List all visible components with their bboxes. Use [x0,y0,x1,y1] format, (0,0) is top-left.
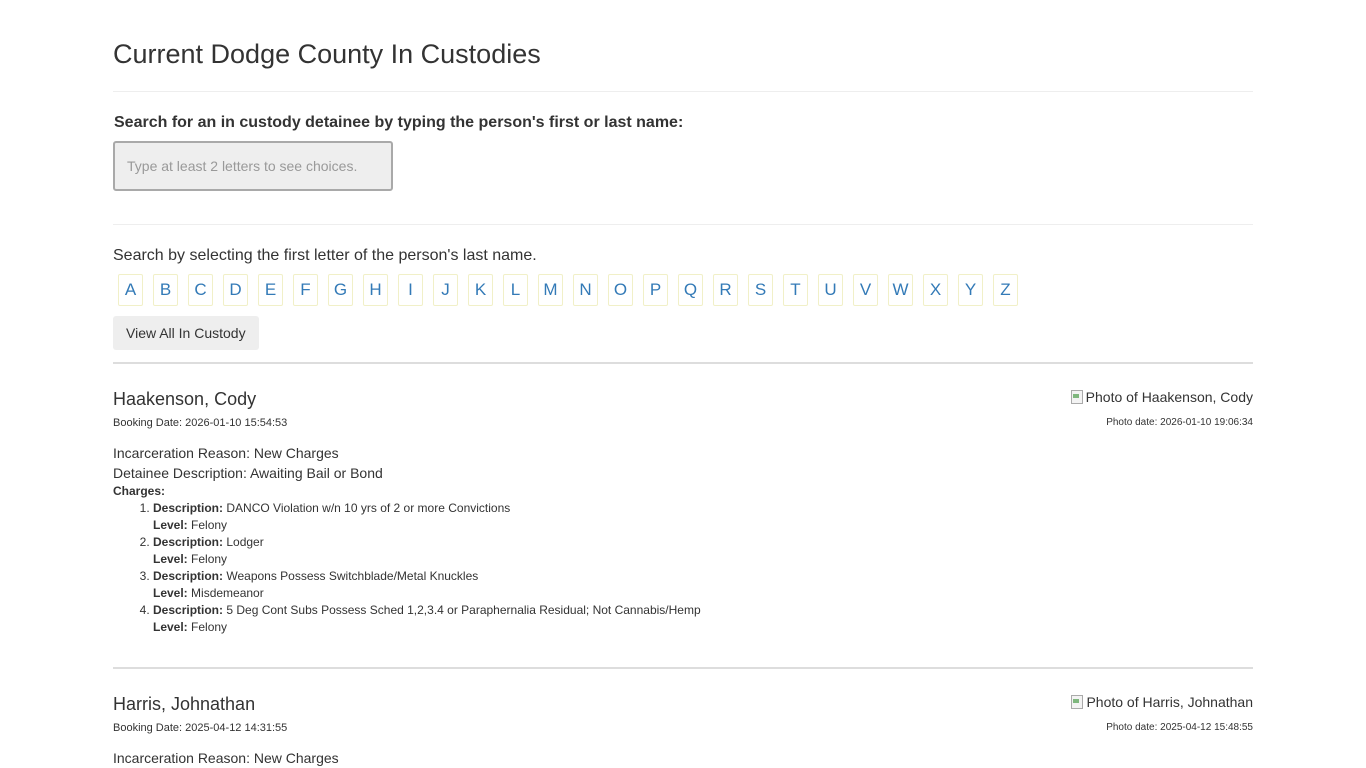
booking-date: Booking Date: 2026-01-10 15:54:53 [113,417,288,429]
charge-item: Description: 5 Deg Cont Subs Possess Sch… [153,602,701,636]
charge-level-label: Level: [153,586,188,600]
letter-button-d[interactable]: D [223,274,248,306]
page-title: Current Dodge County In Custodies [113,39,541,69]
letter-button-u[interactable]: U [818,274,843,306]
letter-button-a[interactable]: A [118,274,143,306]
charge-item: Description: DANCO Violation w/n 10 yrs … [153,500,701,534]
charge-level-label: Level: [153,552,188,566]
photo-date: Photo date: 2026-01-10 19:06:34 [1106,417,1253,428]
record-divider [113,667,1253,669]
letter-button-g[interactable]: G [328,274,353,306]
search-divider [113,224,1253,225]
charge-description-label: Description: [153,501,224,515]
detainee-photo: Photo of Harris, Johnathan [1070,694,1253,710]
letter-button-f[interactable]: F [293,274,318,306]
letter-button-x[interactable]: X [923,274,948,306]
letter-button-p[interactable]: P [643,274,668,306]
letter-button-y[interactable]: Y [958,274,983,306]
charge-description: DANCO Violation w/n 10 yrs of 2 or more … [226,501,511,515]
letter-button-b[interactable]: B [153,274,178,306]
letter-button-v[interactable]: V [853,274,878,306]
letter-buttons: ABCDEFGHIJKLMNOPQRSTUVWXYZ [118,274,1028,306]
detainee-photo: Photo of Haakenson, Cody [1070,389,1253,405]
letter-button-l[interactable]: L [503,274,528,306]
letter-button-j[interactable]: J [433,274,458,306]
charge-description-label: Description: [153,603,224,617]
charges-list: Description: DANCO Violation w/n 10 yrs … [113,500,701,636]
charge-item: Description: Lodger Level: Felony [153,534,701,568]
photo-alt-text: Photo of Harris, Johnathan [1086,694,1253,710]
incarceration-reason: Incarceration Reason: New Charges [113,750,339,766]
letter-button-o[interactable]: O [608,274,633,306]
charge-description: 5 Deg Cont Subs Possess Sched 1,2,3.4 or… [226,603,701,617]
charge-level: Misdemeanor [191,586,264,600]
charge-description-label: Description: [153,569,224,583]
name-search-input[interactable] [113,141,393,191]
charges-label: Charges: [113,484,166,498]
detainee-record: Harris, Johnathan Photo of Harris, Johna… [113,693,1253,768]
letter-search-label: Search by selecting the first letter of … [113,247,537,264]
booking-date: Booking Date: 2025-04-12 14:31:55 [113,722,288,734]
letter-button-c[interactable]: C [188,274,213,306]
letter-button-e[interactable]: E [258,274,283,306]
letter-button-n[interactable]: N [573,274,598,306]
charge-description: Lodger [226,535,264,549]
letter-button-s[interactable]: S [748,274,773,306]
detainee-description: Detainee Description: Awaiting Bail or B… [113,465,383,481]
charge-level-label: Level: [153,620,188,634]
letter-button-z[interactable]: Z [993,274,1018,306]
letter-button-r[interactable]: R [713,274,738,306]
charge-level: Felony [191,552,228,566]
charge-item: Description: Weapons Possess Switchblade… [153,568,701,602]
detainee-name[interactable]: Haakenson, Cody [113,388,256,410]
charge-level-label: Level: [153,518,188,532]
letter-button-w[interactable]: W [888,274,913,306]
letter-button-t[interactable]: T [783,274,808,306]
charge-description: Weapons Possess Switchblade/Metal Knuckl… [226,569,479,583]
letter-button-i[interactable]: I [398,274,423,306]
letter-button-q[interactable]: Q [678,274,703,306]
broken-image-icon [1070,389,1084,405]
broken-image-icon [1070,694,1084,710]
view-all-button[interactable]: View All In Custody [113,316,259,350]
letter-button-h[interactable]: H [363,274,388,306]
title-divider [113,91,1253,92]
letter-button-m[interactable]: M [538,274,563,306]
charge-level: Felony [191,620,228,634]
photo-date: Photo date: 2025-04-12 15:48:55 [1106,722,1253,733]
detainee-name[interactable]: Harris, Johnathan [113,693,255,715]
detainee-record: Haakenson, Cody Photo of Haakenson, Cody… [113,388,1253,648]
search-label: Search for an in custody detainee by typ… [114,114,684,131]
letter-button-k[interactable]: K [468,274,493,306]
incarceration-reason: Incarceration Reason: New Charges [113,445,339,461]
charge-level: Felony [191,518,228,532]
results-divider [113,362,1253,364]
charge-description-label: Description: [153,535,224,549]
photo-alt-text: Photo of Haakenson, Cody [1085,389,1253,405]
